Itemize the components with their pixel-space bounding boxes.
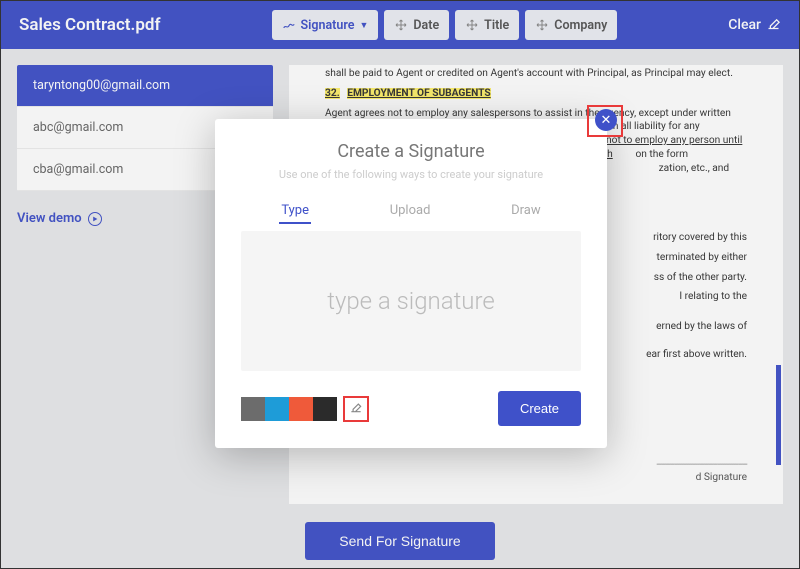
color-swatches — [241, 396, 369, 422]
color-swatch-red[interactable] — [289, 397, 313, 421]
create-button[interactable]: Create — [498, 391, 581, 426]
tab-draw[interactable]: Draw — [509, 199, 543, 224]
eraser-button[interactable] — [343, 396, 369, 422]
tab-upload[interactable]: Upload — [388, 199, 433, 224]
eraser-icon — [349, 399, 363, 418]
modal-subtitle: Use one of the following ways to create … — [241, 168, 581, 181]
close-button[interactable]: ✕ — [595, 109, 617, 131]
color-swatch-gray[interactable] — [241, 397, 265, 421]
signature-placeholder: type a signature — [327, 287, 495, 315]
create-signature-modal: ✕ Create a Signature Use one of the foll… — [215, 119, 607, 448]
signature-input-area[interactable]: type a signature — [241, 231, 581, 371]
tab-type[interactable]: Type — [279, 199, 311, 224]
modal-footer: Create — [241, 391, 581, 426]
color-swatch-black[interactable] — [313, 397, 337, 421]
modal-title: Create a Signature — [241, 141, 581, 162]
close-icon: ✕ — [601, 113, 612, 128]
modal-tabs: Type Upload Draw — [241, 199, 581, 225]
color-swatch-blue[interactable] — [265, 397, 289, 421]
